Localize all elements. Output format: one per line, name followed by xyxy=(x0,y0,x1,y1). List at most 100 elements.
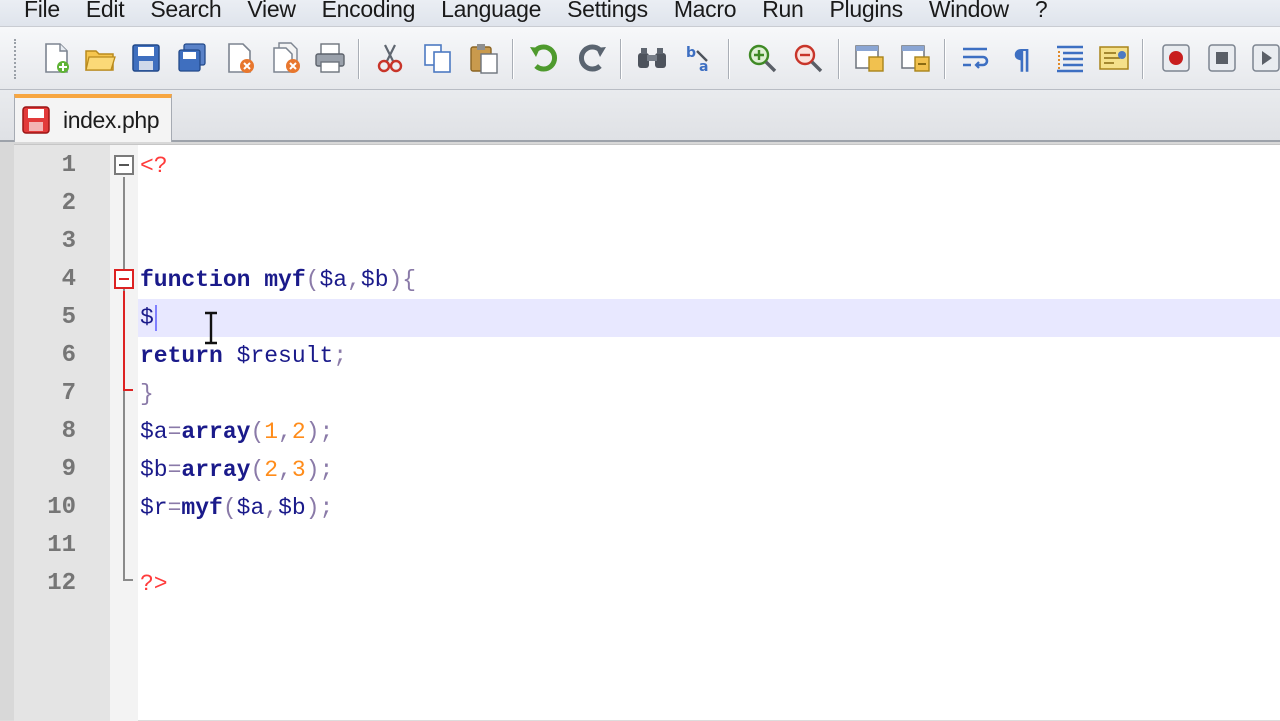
code-line[interactable]: 10 $r=myf($a,$b); xyxy=(14,489,1280,527)
code-text[interactable]: $a=array(1,2); xyxy=(140,413,333,451)
code-token: $r xyxy=(140,495,168,521)
code-line[interactable]: 8 $a=array(1,2); xyxy=(14,413,1280,451)
code-text[interactable]: } xyxy=(140,375,154,413)
sync-horizontal-icon[interactable] xyxy=(898,39,934,77)
menu-settings[interactable]: Settings xyxy=(554,0,661,23)
code-line[interactable]: 11 xyxy=(14,527,1280,565)
indent-guide-icon[interactable] xyxy=(1052,39,1088,77)
code-token: $a xyxy=(140,419,168,445)
paste-icon[interactable] xyxy=(466,39,502,77)
code-token: ; xyxy=(333,343,348,369)
code-text[interactable]: $r=myf($a,$b); xyxy=(140,489,333,527)
line-number: 11 xyxy=(47,532,76,559)
code-text[interactable]: $ xyxy=(140,299,157,337)
menu-language[interactable]: Language xyxy=(428,0,554,23)
save-icon[interactable] xyxy=(128,39,164,77)
menu-edit[interactable]: Edit xyxy=(73,0,137,23)
text-cursor-icon xyxy=(205,311,217,345)
code-line-background xyxy=(138,527,1280,565)
code-text[interactable]: $b=array(2,3); xyxy=(140,451,333,489)
undo-icon[interactable] xyxy=(526,39,562,77)
menu-plugins[interactable]: Plugins xyxy=(817,0,916,23)
text-caret xyxy=(154,304,157,331)
menu-view[interactable]: View xyxy=(234,0,308,23)
code-token: ); xyxy=(305,419,334,445)
menu-window[interactable]: Window xyxy=(916,0,1022,23)
code-line[interactable]: 7} xyxy=(14,375,1280,413)
fold-end-function xyxy=(123,389,133,391)
menu-file[interactable]: File xyxy=(0,0,73,23)
code-token: array xyxy=(181,457,251,483)
play-macro-icon[interactable] xyxy=(1248,39,1280,77)
code-token: $b xyxy=(140,457,168,483)
code-text[interactable]: return $result; xyxy=(140,337,347,375)
save-all-icon[interactable] xyxy=(174,39,210,77)
menu-macro[interactable]: Macro xyxy=(661,0,749,23)
find-icon[interactable] xyxy=(634,39,670,77)
line-number: 8 xyxy=(61,418,76,445)
menu-search[interactable]: Search xyxy=(137,0,234,23)
code-token: myf xyxy=(181,495,223,521)
cut-icon[interactable] xyxy=(372,39,408,77)
fold-toggle-php-block[interactable] xyxy=(114,155,134,175)
line-number: 3 xyxy=(61,228,76,255)
menu-help[interactable]: ? xyxy=(1022,0,1061,23)
code-token: $a xyxy=(236,495,265,521)
code-token: ( xyxy=(250,457,265,483)
line-number: 9 xyxy=(61,456,76,483)
code-line[interactable]: 1 <? xyxy=(14,147,1280,185)
sync-vertical-icon[interactable] xyxy=(852,39,888,77)
redo-icon[interactable] xyxy=(574,39,610,77)
line-number: 7 xyxy=(61,380,76,407)
code-line-background xyxy=(138,375,1280,413)
new-file-icon[interactable] xyxy=(38,39,74,77)
toolbar-separator xyxy=(944,39,946,79)
menu-run[interactable]: Run xyxy=(749,0,816,23)
show-all-chars-icon[interactable]: ¶ xyxy=(1004,39,1040,77)
zoom-in-icon[interactable] xyxy=(744,39,780,77)
fold-toggle-function[interactable] xyxy=(114,269,134,289)
stop-macro-icon[interactable] xyxy=(1204,39,1240,77)
copy-icon[interactable] xyxy=(420,39,456,77)
code-token: , xyxy=(278,419,292,445)
code-text[interactable]: <? xyxy=(140,147,168,185)
word-wrap-icon[interactable] xyxy=(958,39,994,77)
code-token: , xyxy=(264,495,279,521)
code-line-background xyxy=(138,223,1280,261)
fold-end-marker xyxy=(123,579,133,581)
line-number: 4 xyxy=(61,266,76,293)
menu-bar: File Edit Search View Encoding Language Settin… xyxy=(0,0,1280,26)
code-editor[interactable]: 1 <? 2 3 4 function myf($a,$b){5 $6 return $res… xyxy=(14,144,1280,721)
close-all-icon[interactable] xyxy=(268,39,304,77)
open-file-icon[interactable] xyxy=(82,39,118,77)
menu-encoding[interactable]: Encoding xyxy=(309,0,429,23)
code-token: ( xyxy=(250,419,265,445)
zoom-out-icon[interactable] xyxy=(790,39,826,77)
tab-bar: index.php xyxy=(0,90,1280,142)
code-line[interactable]: 3 xyxy=(14,223,1280,261)
code-line-background xyxy=(138,565,1280,603)
unsaved-file-icon xyxy=(22,106,50,134)
toolbar: ba ¶ xyxy=(0,26,1280,90)
code-line[interactable]: 2 xyxy=(14,185,1280,223)
print-icon[interactable] xyxy=(312,39,348,77)
document-map-icon[interactable] xyxy=(1096,39,1132,77)
code-line[interactable]: 12 ?> xyxy=(14,565,1280,603)
code-line[interactable]: 9 $b=array(2,3); xyxy=(14,451,1280,489)
code-token: $a xyxy=(319,267,348,293)
code-token: = xyxy=(167,419,182,445)
toolbar-grip[interactable] xyxy=(14,39,18,79)
code-line[interactable]: 4 function myf($a,$b){ xyxy=(14,261,1280,299)
code-token: array xyxy=(181,419,251,445)
code-token: ( xyxy=(222,495,237,521)
code-token: ); xyxy=(305,457,334,483)
close-icon[interactable] xyxy=(222,39,258,77)
replace-icon[interactable]: ba xyxy=(682,39,718,77)
record-macro-icon[interactable] xyxy=(1158,39,1194,77)
toolbar-separator xyxy=(620,39,622,79)
code-text[interactable]: function myf($a,$b){ xyxy=(140,261,416,299)
tab-index-php[interactable]: index.php xyxy=(14,94,172,142)
tab-label: index.php xyxy=(63,106,160,133)
code-text[interactable]: ?> xyxy=(140,565,168,603)
